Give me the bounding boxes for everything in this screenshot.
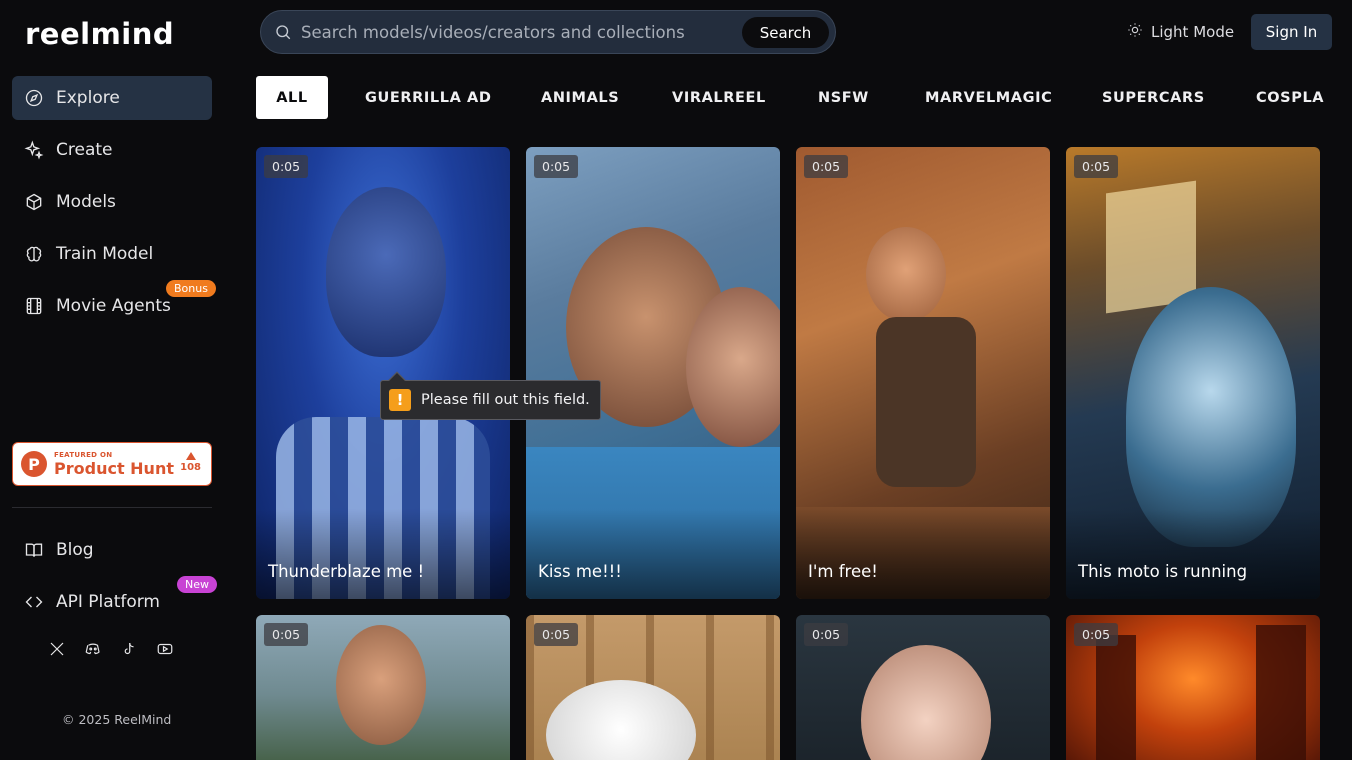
sign-in-button[interactable]: Sign In <box>1251 14 1332 50</box>
duration-badge: 0:05 <box>264 623 309 646</box>
sidebar-item-label: Create <box>56 140 113 160</box>
duration-badge: 0:05 <box>1074 155 1119 178</box>
sidebar: reelmind Explore Create Models Train Mod… <box>0 0 224 760</box>
copyright-text: © 2025 ReelMind <box>62 712 172 727</box>
card-title: I'm free! <box>808 562 878 581</box>
sidebar-item-label: Blog <box>56 540 94 560</box>
card-thumbnail <box>866 227 946 322</box>
tab-viralreel[interactable]: VIRALREEL <box>672 76 766 119</box>
video-card[interactable]: 0:05 I'm free! <box>796 147 1050 599</box>
search-icon <box>274 23 292 41</box>
duration-badge: 0:05 <box>534 623 579 646</box>
sun-icon <box>1127 22 1151 42</box>
tab-supercars[interactable]: SUPERCARS <box>1102 76 1205 119</box>
new-badge: New <box>177 576 217 593</box>
card-title: Kiss me!!! <box>538 562 622 581</box>
search-input[interactable] <box>301 22 731 42</box>
sidebar-item-explore[interactable]: Explore <box>12 76 212 120</box>
product-hunt-name: Product Hunt <box>54 458 174 478</box>
duration-badge: 0:05 <box>1074 623 1119 646</box>
tab-guerrilla-ad[interactable]: GUERRILLA AD <box>365 76 492 119</box>
card-thumbnail <box>1096 635 1136 760</box>
sidebar-item-models[interactable]: Models <box>12 180 212 224</box>
video-card[interactable]: 0:05 <box>526 615 780 760</box>
duration-badge: 0:05 <box>804 623 849 646</box>
light-mode-label: Light Mode <box>1151 23 1235 41</box>
sidebar-item-label: Explore <box>56 88 120 108</box>
category-tabs: ALL GUERRILLA AD ANIMALS VIRALREEL NSFW … <box>256 76 1352 119</box>
product-hunt-upvotes: 108 <box>180 452 201 473</box>
video-card[interactable]: 0:05 Kiss me!!! <box>526 147 780 599</box>
discord-icon[interactable] <box>84 640 102 658</box>
duration-badge: 0:05 <box>534 155 579 178</box>
card-thumbnail <box>336 625 426 745</box>
card-thumbnail <box>861 645 991 760</box>
validation-tooltip: ! Please fill out this field. <box>380 371 601 420</box>
sidebar-item-label: Models <box>56 192 116 212</box>
video-card[interactable]: 0:05 Thunderblaze me ! <box>256 147 510 599</box>
brand-logo[interactable]: reelmind <box>25 17 174 51</box>
card-thumbnail <box>326 187 446 357</box>
product-hunt-badge[interactable]: P FEATURED ON Product Hunt 108 <box>12 442 212 486</box>
cube-icon <box>24 192 44 212</box>
product-hunt-count: 108 <box>180 462 201 473</box>
search-bar: Search <box>260 10 836 54</box>
tab-cosplay[interactable]: COSPLA <box>1256 76 1324 119</box>
brain-icon <box>24 244 44 264</box>
tiktok-icon[interactable] <box>120 640 138 658</box>
film-icon <box>24 296 44 316</box>
card-title: Thunderblaze me ! <box>268 562 425 581</box>
sparkle-icon <box>24 140 44 160</box>
sidebar-item-label: API Platform <box>56 592 160 612</box>
social-links <box>48 640 174 658</box>
video-card[interactable]: 0:05 This moto is running <box>1066 147 1320 599</box>
product-hunt-featured: FEATURED ON <box>54 450 113 459</box>
upvote-arrow-icon <box>185 452 196 460</box>
sidebar-item-label: Movie Agents <box>56 296 171 316</box>
sidebar-item-train-model[interactable]: Train Model <box>12 232 212 276</box>
duration-badge: 0:05 <box>804 155 849 178</box>
bonus-badge: Bonus <box>166 280 216 297</box>
sidebar-item-label: Train Model <box>56 244 154 264</box>
book-icon <box>24 540 44 560</box>
tab-marvelmagic[interactable]: MARVELMAGIC <box>925 76 1052 119</box>
tab-animals[interactable]: ANIMALS <box>541 76 619 119</box>
youtube-icon[interactable] <box>156 640 174 658</box>
code-icon <box>24 592 44 612</box>
warning-icon: ! <box>389 389 411 411</box>
sidebar-divider <box>12 507 212 508</box>
tooltip-text: Please fill out this field. <box>421 392 590 408</box>
tab-nsfw[interactable]: NSFW <box>818 76 869 119</box>
product-hunt-logo: P <box>21 451 47 477</box>
sidebar-item-create[interactable]: Create <box>12 128 212 172</box>
search-button[interactable]: Search <box>742 17 829 48</box>
video-card[interactable]: 0:05 <box>796 615 1050 760</box>
card-title: This moto is running <box>1078 562 1248 581</box>
video-card[interactable]: 0:05 <box>1066 615 1320 760</box>
video-card[interactable]: 0:05 <box>256 615 510 760</box>
duration-badge: 0:05 <box>264 155 309 178</box>
compass-icon <box>24 88 44 108</box>
app-root: reelmind Explore Create Models Train Mod… <box>0 0 1352 760</box>
tab-all[interactable]: ALL <box>256 76 328 119</box>
light-mode-toggle[interactable]: Light Mode <box>1127 22 1234 42</box>
sidebar-item-blog[interactable]: Blog <box>12 528 212 572</box>
x-icon[interactable] <box>48 640 66 658</box>
